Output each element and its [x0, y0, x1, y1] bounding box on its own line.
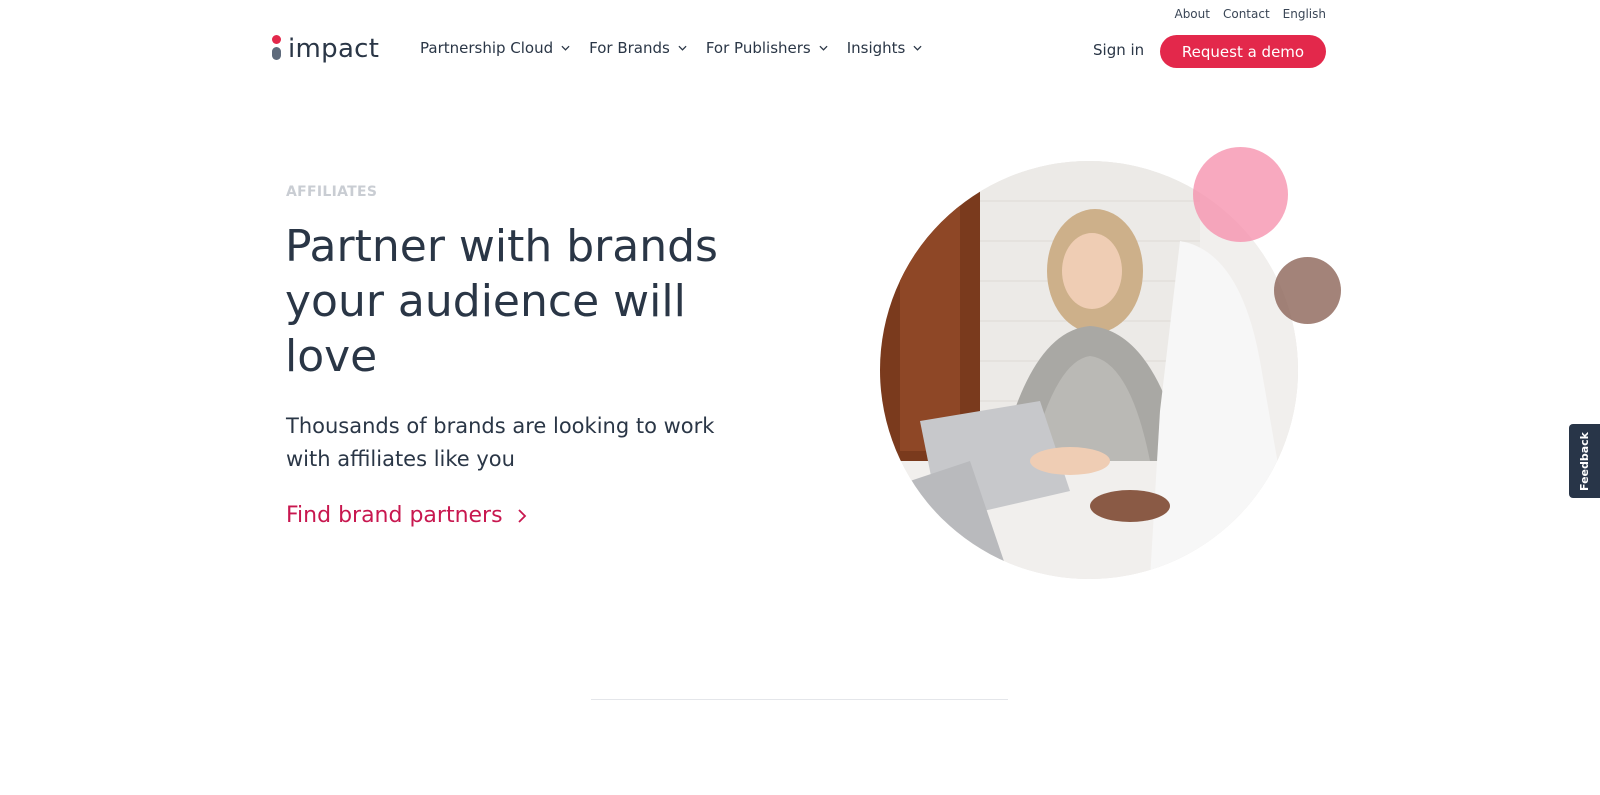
nav-label: Partnership Cloud — [420, 39, 554, 57]
main-nav: Partnership Cloud For Brands For Publish… — [420, 39, 922, 57]
chevron-down-icon — [819, 45, 828, 51]
hero-headline: Partner with brands your audience will l… — [285, 221, 718, 382]
feedback-tab[interactable]: Feedback — [1569, 424, 1600, 498]
impact-logo[interactable]: impact — [272, 34, 379, 64]
page: About Contact English impact Partnership… — [0, 0, 1600, 795]
section-eyebrow: AFFILIATES — [286, 184, 378, 200]
nav-label: For Brands — [589, 39, 670, 57]
chevron-down-icon — [678, 45, 687, 51]
about-link[interactable]: About — [1174, 7, 1209, 21]
chevron-right-icon — [517, 508, 526, 523]
language-selector[interactable]: English — [1283, 7, 1326, 21]
hero-image — [880, 145, 1341, 580]
find-brand-partners-link[interactable]: Find brand partners — [286, 503, 527, 528]
request-demo-button[interactable]: Request a demo — [1160, 35, 1326, 68]
nav-insights[interactable]: Insights — [847, 39, 923, 57]
nav-label: Insights — [846, 39, 906, 57]
nav-label: For Publishers — [705, 39, 811, 57]
chevron-down-icon — [913, 45, 922, 51]
chevron-down-icon — [561, 45, 570, 51]
decorative-pink-circle — [1193, 147, 1288, 242]
nav-for-brands[interactable]: For Brands — [589, 39, 687, 57]
sign-in-link[interactable]: Sign in — [1093, 41, 1144, 59]
logo-mark-icon — [272, 35, 282, 63]
utility-nav: About Contact English — [1174, 7, 1326, 21]
hero-subhead: Thousands of brands are looking to work … — [286, 414, 715, 471]
cta-label: Find brand partners — [286, 503, 503, 528]
decorative-brown-circle — [1274, 257, 1341, 324]
contact-link[interactable]: Contact — [1223, 7, 1270, 21]
nav-partnership-cloud[interactable]: Partnership Cloud — [420, 39, 570, 57]
feedback-label: Feedback — [1578, 431, 1591, 491]
nav-for-publishers[interactable]: For Publishers — [706, 39, 828, 57]
logo-text: impact — [288, 34, 380, 64]
section-divider — [591, 699, 1008, 700]
